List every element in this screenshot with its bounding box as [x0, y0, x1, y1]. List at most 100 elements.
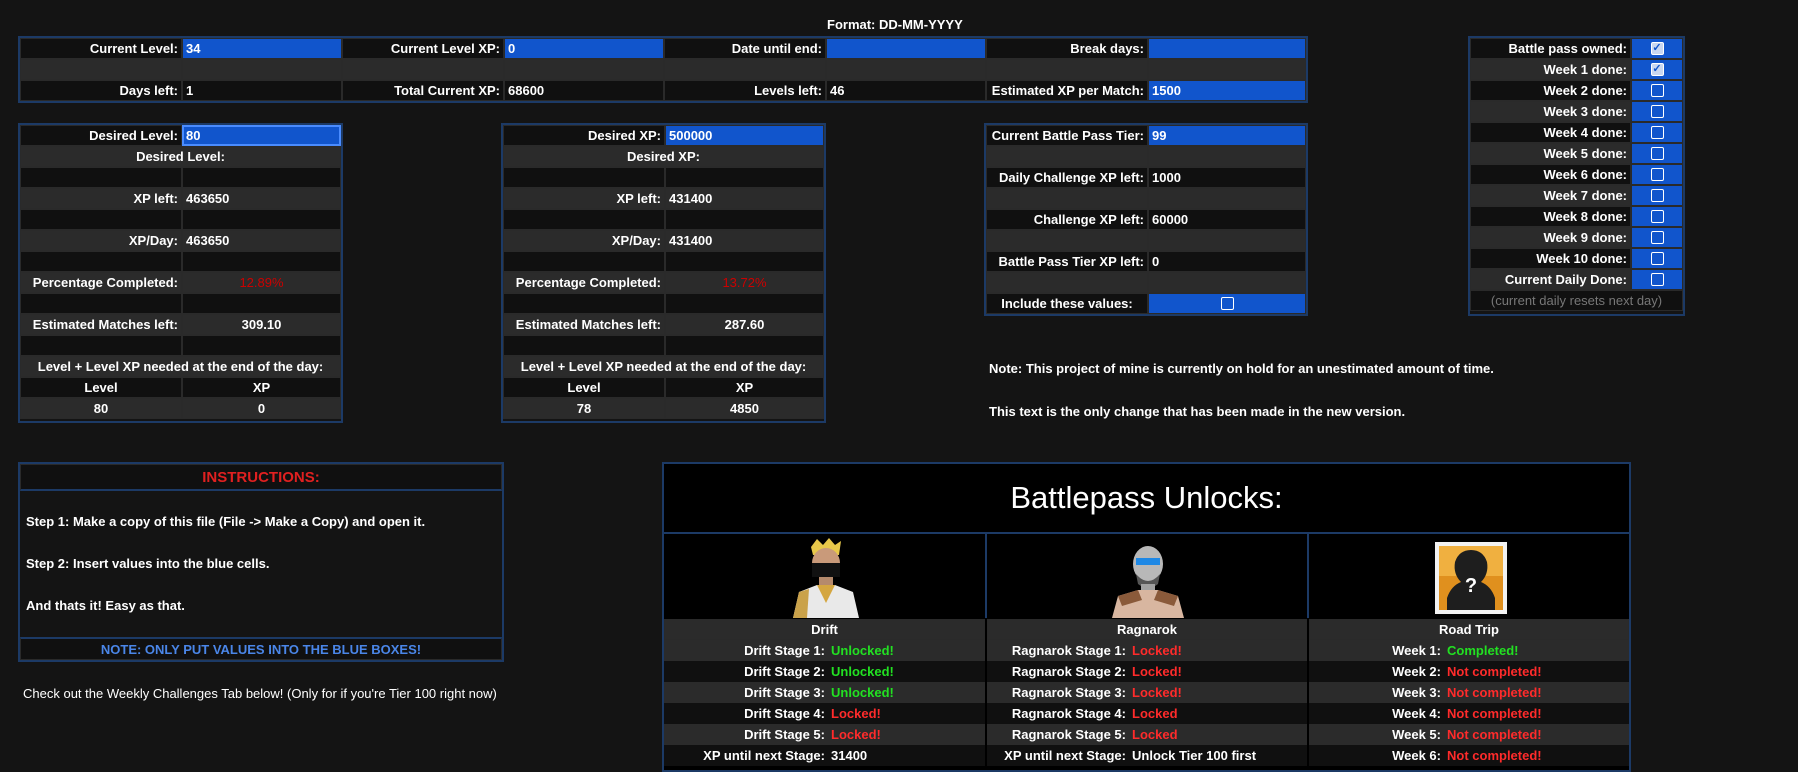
current-level-xp-input[interactable]: 0 — [504, 38, 664, 59]
drift-stage-row: Drift Stage 4: Locked! — [664, 703, 985, 724]
roadtrip-stage-status: Not completed! — [1444, 682, 1629, 703]
week-checkbox-cell — [1631, 248, 1683, 269]
drift-next-stage-row: XP until next Stage: 31400 — [664, 745, 985, 766]
eod-label: Level + Level XP needed at the end of th… — [20, 356, 341, 377]
spacer-cell — [665, 293, 824, 314]
checkbox-icon[interactable] — [1650, 105, 1664, 118]
matches-left-value: 309.10 — [182, 314, 341, 335]
checkbox-icon[interactable] — [1650, 231, 1664, 244]
drift-stage-status: Locked! — [828, 703, 985, 724]
ragnarok-next-stage-label: XP until next Stage: — [987, 745, 1129, 766]
date-format-note: Format: DD-MM-YYYY — [827, 17, 963, 32]
xp-day-value: 463650 — [182, 230, 341, 251]
checkbox-icon[interactable] — [1650, 273, 1664, 286]
checked-checkbox-icon[interactable]: ✓ — [1650, 42, 1664, 55]
version-change-note: This text is the only change that has be… — [989, 404, 1406, 419]
checkbox-icon[interactable] — [1650, 147, 1664, 160]
spacer-cell — [1148, 272, 1306, 293]
week-checkbox-cell — [1631, 164, 1683, 185]
checkbox-icon[interactable] — [1650, 252, 1664, 265]
date-until-end-input[interactable] — [826, 38, 986, 59]
spacer-cell — [342, 59, 504, 80]
spacer-cell — [986, 146, 1148, 167]
week-row: Week 5 done: — [1470, 143, 1683, 164]
drift-stage-status: Unlocked! — [828, 661, 985, 682]
current-level-input[interactable]: 34 — [182, 38, 342, 59]
spacer-cell — [1148, 230, 1306, 251]
drift-portrait-cell — [664, 534, 987, 618]
weeks-list: Battle pass owned: ✓ Week 1 done: ✓ Week 2 d… — [1470, 38, 1683, 290]
desired-level-label: Desired Level: — [20, 125, 182, 146]
checkbox-icon[interactable] — [1650, 168, 1664, 181]
week-checkbox-cell — [1631, 101, 1683, 122]
bp-tier-input[interactable]: 99 — [1148, 125, 1306, 146]
include-values-label: Include these values: — [986, 293, 1148, 314]
spacer-cell — [504, 59, 664, 80]
matches-left-label: Estimated Matches left: — [503, 314, 665, 335]
break-days-input[interactable] — [1148, 38, 1306, 59]
bp-tier-label: Current Battle Pass Tier: — [986, 125, 1148, 146]
drift-stage-label: Drift Stage 4: — [664, 703, 828, 724]
include-values-checkbox[interactable] — [1220, 297, 1234, 310]
matches-left-value: 287.60 — [665, 314, 824, 335]
ragnarok-stage-row: Ragnarok Stage 4: Locked — [987, 703, 1307, 724]
spacer-cell — [20, 167, 182, 188]
checkbox-icon[interactable] — [1650, 210, 1664, 223]
instructions-panel: INSTRUCTIONS: Step 1: Make a copy of thi… — [18, 462, 504, 662]
roadtrip-stage-label: Week 2: — [1309, 661, 1444, 682]
checkbox-icon[interactable] — [1650, 189, 1664, 202]
total-current-xp-label: Total Current XP: — [342, 80, 504, 101]
drift-stage-row: Drift Stage 5: Locked! — [664, 724, 985, 745]
week-row: Week 10 done: — [1470, 248, 1683, 269]
est-xp-label: Estimated XP per Match: — [986, 80, 1148, 101]
spacer-cell — [664, 59, 826, 80]
spacer-cell — [503, 167, 665, 188]
roadtrip-stage-status: Not completed! — [1444, 724, 1629, 745]
week-row: Week 9 done: — [1470, 227, 1683, 248]
eod-xp-header: XP — [182, 377, 341, 398]
roadtrip-stage-label: Week 3: — [1309, 682, 1444, 703]
desired-level-input[interactable]: 80 — [182, 125, 341, 146]
spacer-cell — [986, 272, 1148, 293]
top-stats-panel: Current Level: 34 Current Level XP: 0 Da… — [18, 36, 1308, 103]
week-label: Week 4 done: — [1470, 122, 1631, 143]
ragnarok-header-row: Ragnarok — [987, 619, 1307, 640]
xp-left-value: 463650 — [182, 188, 341, 209]
week-label: Battle pass owned: — [1470, 38, 1631, 59]
drift-column: Drift Drift Stage 1: Unlocked! Drift Stage … — [664, 619, 985, 766]
week-checkbox-cell — [1631, 227, 1683, 248]
week-row: Week 1 done: ✓ — [1470, 59, 1683, 80]
current-level-label: Current Level: — [20, 38, 182, 59]
week-label: Week 8 done: — [1470, 206, 1631, 227]
unlocks-title: Battlepass Unlocks: — [664, 464, 1629, 534]
spacer-cell — [986, 230, 1148, 251]
week-checkbox-cell: ✓ — [1631, 38, 1683, 59]
xp-day-label: XP/Day: — [503, 230, 665, 251]
spacer-cell — [1148, 146, 1306, 167]
week-label: Week 2 done: — [1470, 80, 1631, 101]
week-row: Week 6 done: — [1470, 164, 1683, 185]
drift-name: Drift — [664, 619, 985, 640]
ragnarok-next-stage-row: XP until next Stage: Unlock Tier 100 firs… — [987, 745, 1307, 766]
instructions-step1: Step 1: Make a copy of this file (File -… — [26, 514, 426, 529]
eod-level-header: Level — [20, 377, 182, 398]
drift-next-stage-value: 31400 — [828, 745, 985, 766]
desired-level-panel: Desired Level: 80 Desired Level: XP left… — [18, 123, 343, 423]
ragnarok-stage-row: Ragnarok Stage 2: Locked! — [987, 661, 1307, 682]
roadtrip-stage-row: Week 3: Not completed! — [1309, 682, 1629, 703]
checkbox-icon[interactable] — [1650, 84, 1664, 97]
challenge-xp-left-value: 60000 — [1148, 209, 1306, 230]
ragnarok-stage-status: Locked — [1129, 724, 1307, 745]
week-label: Week 10 done: — [1470, 248, 1631, 269]
spacer-cell — [665, 335, 824, 356]
est-xp-input[interactable]: 1500 — [1148, 80, 1306, 101]
spacer-cell — [182, 293, 341, 314]
ragnarok-stage-label: Ragnarok Stage 4: — [987, 703, 1129, 724]
roadtrip-stage-status: Completed! — [1444, 640, 1629, 661]
ragnarok-stage-row: Ragnarok Stage 5: Locked — [987, 724, 1307, 745]
spacer-cell — [1148, 188, 1306, 209]
desired-xp-input[interactable]: 500000 — [665, 125, 824, 146]
checked-checkbox-icon[interactable]: ✓ — [1650, 63, 1664, 76]
checkbox-icon[interactable] — [1650, 126, 1664, 139]
roadtrip-stage-row: Week 1: Completed! — [1309, 640, 1629, 661]
